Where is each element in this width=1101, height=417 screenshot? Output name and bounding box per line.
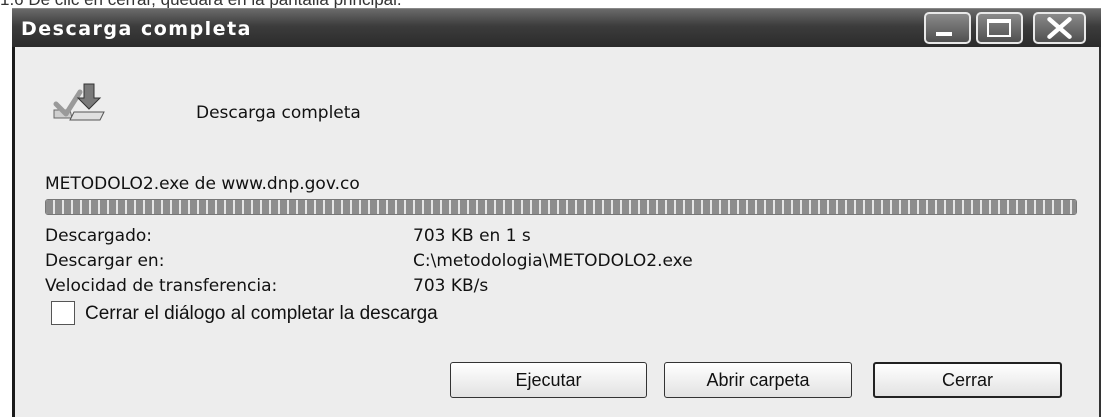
maximize-icon: [987, 19, 1011, 37]
document-caption: 1.6 De clic en cerrar, quedará en la pan…: [0, 0, 402, 9]
window-title: Descarga completa: [21, 18, 252, 40]
close-on-complete-label[interactable]: Cerrar el diálogo al completar la descar…: [85, 303, 438, 325]
detail-value: 703 KB en 1 s: [413, 226, 531, 246]
detail-label: Descargado:: [45, 226, 152, 246]
download-complete-icon: [53, 83, 105, 121]
maximize-button[interactable]: [976, 12, 1023, 44]
detail-label: Descargar en:: [45, 251, 165, 271]
close-button[interactable]: Cerrar: [873, 362, 1062, 398]
download-progress-bar: [45, 199, 1077, 215]
minimize-icon: [936, 32, 952, 36]
window-close-button[interactable]: [1033, 12, 1086, 44]
open-folder-button[interactable]: Abrir carpeta: [664, 362, 852, 398]
detail-value: 703 KB/s: [413, 276, 489, 296]
detail-label: Velocidad de transferencia:: [45, 276, 278, 296]
close-icon: [1047, 17, 1072, 39]
download-source: METODOLO2.exe de www.dnp.gov.co: [45, 174, 360, 194]
download-dialog: Descarga completa Descarga completa METO…: [12, 8, 1101, 417]
minimize-button[interactable]: [924, 12, 971, 44]
title-bar[interactable]: Descarga completa: [12, 8, 1101, 47]
detail-value: C:\metodologia\METODOLO2.exe: [413, 251, 693, 271]
progress-fill: [46, 200, 1076, 214]
download-status-heading: Descarga completa: [196, 103, 361, 123]
close-on-complete-checkbox[interactable]: [51, 301, 75, 325]
run-button[interactable]: Ejecutar: [450, 362, 647, 398]
